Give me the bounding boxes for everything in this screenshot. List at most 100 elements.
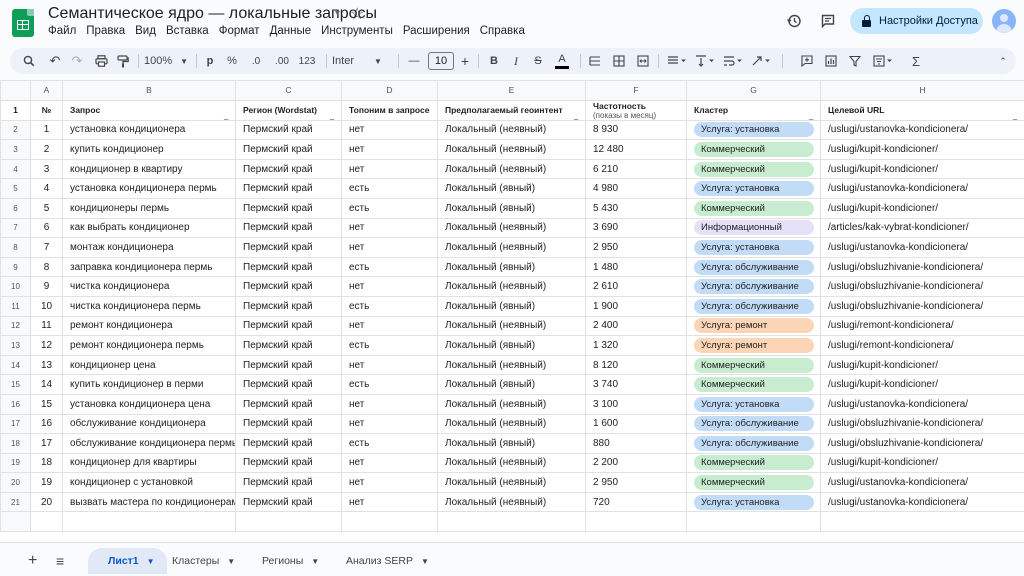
header-cell-toponym[interactable]: Топоним в запросе [341,99,438,121]
cluster-chip[interactable]: Коммерческий [694,357,814,373]
cell-region[interactable]: Пермский край [235,178,342,199]
cell-query[interactable]: установка кондиционера [62,119,236,141]
cluster-chip[interactable]: Коммерческий [694,475,814,491]
cell-region[interactable]: Пермский край [235,295,342,317]
cell-geo-intent[interactable]: Локальный (неявный) [437,217,586,239]
cell-query[interactable]: кондиционер цена [62,354,236,376]
cell-target-url[interactable]: /uslugi/obsluzhivanie-kondicionera/ [820,276,1024,297]
search-menus-icon[interactable] [20,48,38,74]
sheets-logo-icon[interactable] [12,9,34,37]
select-all-corner[interactable] [0,80,31,101]
row-number[interactable]: 16 [0,393,31,415]
cell-toponym[interactable]: нет [341,119,438,141]
cell-query[interactable]: чистка кондиционера [62,276,236,297]
comments-icon[interactable] [818,11,838,31]
cell-region[interactable]: Пермский край [235,335,342,356]
cell-target-url[interactable]: /uslugi/ustanovka-kondicionera/ [820,237,1024,258]
cell-region[interactable]: Пермский край [235,315,342,337]
row-number[interactable]: 1 [0,99,31,121]
chevron-down-icon[interactable]: ▼ [311,557,319,566]
cell-region[interactable]: Пермский край [235,433,342,454]
cell-geo-intent[interactable]: Локальный (явный) [437,433,586,454]
cell-query[interactable]: купить кондиционер в перми [62,374,236,395]
currency-format-button[interactable]: р [202,48,218,74]
chevron-down-icon[interactable]: ▼ [147,557,155,566]
cell-target-url[interactable]: /uslugi/remont-kondicionera/ [820,315,1024,337]
cell-toponym[interactable]: нет [341,276,438,297]
cell-cluster[interactable]: Услуга: ремонт [686,335,821,356]
cell-query[interactable]: установка кондиционера пермь [62,178,236,199]
tab-serp-analysis[interactable]: Анализ SERP ▼ [346,548,429,574]
cell-frequency[interactable]: 720 [585,491,687,513]
tab-sheet1[interactable]: Лист1 ▼ [88,548,167,574]
cell-region[interactable]: Пермский край [235,158,342,180]
cell-cluster[interactable]: Услуга: обслуживание [686,413,821,435]
insert-comment-icon[interactable] [798,48,816,74]
cell-geo-intent[interactable]: Локальный (неявный) [437,315,586,337]
cell-number[interactable]: 10 [30,295,63,317]
cluster-chip[interactable]: Коммерческий [694,455,814,471]
text-wrap-icon[interactable] [720,48,746,74]
cell-frequency[interactable]: 2 950 [585,472,687,493]
cell-frequency[interactable]: 2 400 [585,315,687,337]
header-cell-number[interactable]: № [30,99,63,121]
header-cell-frequency[interactable]: Частотность (показы в месяц) [585,99,687,121]
cell-number[interactable]: 8 [30,256,63,278]
cell-cluster[interactable]: Услуга: установка [686,491,821,513]
cell-cluster[interactable]: Услуга: обслуживание [686,433,821,454]
cluster-chip[interactable]: Услуга: установка [694,181,814,197]
cluster-chip[interactable]: Услуга: установка [694,396,814,412]
row-number[interactable]: 19 [0,452,31,474]
menu-extensions[interactable]: Расширения [403,25,475,37]
cell-number[interactable]: 16 [30,413,63,435]
cell-query[interactable]: обслуживание кондиционера пермь [62,433,236,454]
cluster-chip[interactable]: Услуга: установка [694,239,814,255]
cell[interactable] [437,511,586,533]
cell-number[interactable]: 3 [30,158,63,180]
cell-number[interactable]: 17 [30,433,63,454]
decrease-decimals-button[interactable]: .0 [246,48,266,74]
cell-frequency[interactable]: 5 430 [585,197,687,219]
add-sheet-button[interactable]: + [28,548,37,574]
cell-toponym[interactable]: есть [341,374,438,395]
row-number[interactable]: 20 [0,472,31,493]
menu-insert[interactable]: Вставка [166,25,214,37]
cell-geo-intent[interactable]: Локальный (явный) [437,295,586,317]
cluster-chip[interactable]: Коммерческий [694,200,814,216]
cell-query[interactable]: кондиционер для квартиры [62,452,236,474]
filter-dropdown-icon[interactable]: ▼ [572,117,580,120]
cell-toponym[interactable]: нет [341,217,438,239]
cell-toponym[interactable]: есть [341,433,438,454]
cell-frequency[interactable]: 2 610 [585,276,687,297]
column-header[interactable]: A [30,80,63,101]
cell-toponym[interactable]: нет [341,452,438,474]
cluster-chip[interactable]: Услуга: обслуживание [694,435,814,451]
row-number[interactable]: 18 [0,433,31,454]
borders-icon[interactable] [610,48,628,74]
cluster-chip[interactable]: Услуга: обслуживание [694,298,814,314]
cell-number[interactable]: 15 [30,393,63,415]
cell-target-url[interactable]: /uslugi/kupit-kondicioner/ [820,197,1024,219]
cell-region[interactable]: Пермский край [235,237,342,258]
cell-cluster[interactable]: Коммерческий [686,354,821,376]
filter-dropdown-icon[interactable]: ▼ [807,117,815,120]
cell[interactable] [686,511,821,533]
column-header[interactable]: H [820,80,1024,101]
row-number[interactable]: 11 [0,295,31,317]
cell-target-url[interactable]: /uslugi/obsluzhivanie-kondicionera/ [820,413,1024,435]
all-sheets-button[interactable]: ≡ [56,548,64,574]
cluster-chip[interactable]: Услуга: обслуживание [694,259,814,275]
tab-clusters[interactable]: Кластеры ▼ [172,548,235,574]
menu-format[interactable]: Формат [219,25,265,37]
cell-geo-intent[interactable]: Локальный (неявный) [437,491,586,513]
header-cell-target-url[interactable]: Целевой URL ▼ [820,99,1024,121]
cell-frequency[interactable]: 12 480 [585,139,687,160]
cell-cluster[interactable]: Услуга: ремонт [686,315,821,337]
cell-geo-intent[interactable]: Локальный (явный) [437,335,586,356]
cell-cluster[interactable]: Коммерческий [686,197,821,219]
cell-cluster[interactable]: Коммерческий [686,472,821,493]
collapse-toolbar-icon[interactable]: ⌃ [996,48,1010,74]
tab-regions[interactable]: Регионы ▼ [262,548,319,574]
cell-query[interactable]: вызвать мастера по кондиционерам [62,491,236,513]
cell-cluster[interactable]: Услуга: обслуживание [686,295,821,317]
